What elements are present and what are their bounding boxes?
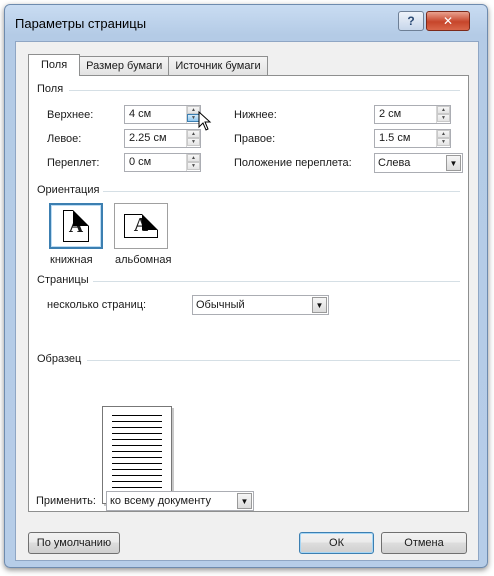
gutter-value[interactable]: 0 см: [129, 156, 151, 168]
margins-group-title: Поля: [37, 83, 64, 95]
right-margin-value[interactable]: 1.5 см: [379, 132, 410, 144]
mouse-pointer-icon: [198, 110, 212, 131]
bottom-margin-value[interactable]: 2 см: [379, 108, 401, 120]
sample-group-title: Образец: [37, 353, 82, 365]
preview-line: [112, 421, 162, 422]
ok-button[interactable]: ОК: [299, 532, 374, 554]
pages-group-title: Страницы: [37, 274, 89, 286]
cancel-button[interactable]: Отмена: [381, 532, 467, 554]
close-button[interactable]: ✕: [426, 11, 470, 31]
page-setup-dialog: Параметры страницы ? ✕ Поля Размер бумаг…: [4, 4, 488, 568]
close-icon: ✕: [442, 14, 454, 28]
preview-line: [112, 469, 162, 470]
right-margin-label: Правое:: [234, 133, 276, 145]
preview-line: [112, 439, 162, 440]
apply-label: Применить:: [36, 495, 96, 507]
bottom-margin-up-arrow-icon[interactable]: ▲: [437, 106, 450, 114]
top-margin-spinner[interactable]: 4 см ▲ ▼: [124, 105, 201, 124]
help-button[interactable]: ?: [398, 11, 424, 31]
apply-to-value: ко всему документу: [110, 495, 211, 507]
gutter-position-select[interactable]: Слева ▼: [374, 153, 463, 173]
apply-to-select[interactable]: ко всему документу ▼: [106, 491, 254, 511]
gutter-down-arrow-icon[interactable]: ▼: [187, 162, 200, 170]
preview-line: [112, 481, 162, 482]
left-margin-spinner[interactable]: 2.25 см ▲ ▼: [124, 129, 201, 148]
top-margin-value[interactable]: 4 см: [129, 108, 151, 120]
preview-line: [112, 457, 162, 458]
margins-divider: [69, 90, 460, 91]
gutter-spinner[interactable]: 0 см ▲ ▼: [124, 153, 201, 172]
bottom-margin-down-arrow-icon[interactable]: ▼: [437, 114, 450, 122]
left-margin-value[interactable]: 2.25 см: [129, 132, 167, 144]
gutter-up-arrow-icon[interactable]: ▲: [187, 154, 200, 162]
left-margin-label: Левое:: [47, 133, 82, 145]
dialog-title: Параметры страницы: [15, 16, 147, 31]
multiple-pages-label: несколько страниц:: [47, 299, 147, 311]
portrait-page-icon: A: [63, 210, 89, 242]
preview-line: [112, 463, 162, 464]
preview-line: [112, 487, 162, 488]
sample-divider: [87, 360, 460, 361]
left-margin-down-arrow-icon[interactable]: ▼: [187, 138, 200, 146]
bottom-margin-label: Нижнее:: [234, 109, 277, 121]
chevron-down-icon[interactable]: ▼: [312, 297, 327, 313]
right-margin-spinner[interactable]: 1.5 см ▲ ▼: [374, 129, 451, 148]
top-margin-label: Верхнее:: [47, 109, 94, 121]
preview-line: [112, 433, 162, 434]
preview-line: [112, 415, 162, 416]
chevron-down-icon[interactable]: ▼: [446, 155, 461, 171]
preview-line: [112, 475, 162, 476]
landscape-option[interactable]: A: [114, 203, 168, 249]
gutter-position-value: Слева: [378, 157, 411, 169]
multiple-pages-select[interactable]: Обычный ▼: [192, 295, 329, 315]
orientation-group-title: Ориентация: [37, 184, 100, 196]
tab-panel: Поля Верхнее: 4 см ▲ ▼ Нижнее: 2 см ▲ ▼ …: [28, 75, 469, 512]
gutter-position-label: Положение переплета:: [234, 157, 352, 169]
landscape-page-icon: A: [124, 214, 158, 238]
right-margin-up-arrow-icon[interactable]: ▲: [437, 130, 450, 138]
set-default-button[interactable]: По умолчанию: [28, 532, 120, 554]
help-icon: ?: [407, 14, 415, 28]
preview-line: [112, 445, 162, 446]
dialog-client-area: Поля Размер бумаги Источник бумаги Поля …: [15, 41, 479, 561]
page-preview: [102, 406, 172, 504]
multiple-pages-value: Обычный: [196, 299, 245, 311]
portrait-option[interactable]: A: [49, 203, 103, 249]
tab-paper-source[interactable]: Источник бумаги: [168, 56, 268, 76]
tab-margins[interactable]: Поля: [28, 54, 81, 76]
tab-strip: Поля Размер бумаги Источник бумаги: [28, 54, 268, 76]
orientation-divider: [103, 191, 460, 192]
landscape-label[interactable]: альбомная: [115, 254, 171, 266]
right-margin-down-arrow-icon[interactable]: ▼: [437, 138, 450, 146]
portrait-label[interactable]: книжная: [50, 254, 93, 266]
chevron-down-icon[interactable]: ▼: [237, 493, 252, 509]
pages-divider: [93, 281, 460, 282]
tab-paper-size[interactable]: Размер бумаги: [79, 56, 170, 76]
preview-line: [112, 427, 162, 428]
preview-line: [112, 451, 162, 452]
gutter-label: Переплет:: [47, 157, 100, 169]
bottom-margin-spinner[interactable]: 2 см ▲ ▼: [374, 105, 451, 124]
